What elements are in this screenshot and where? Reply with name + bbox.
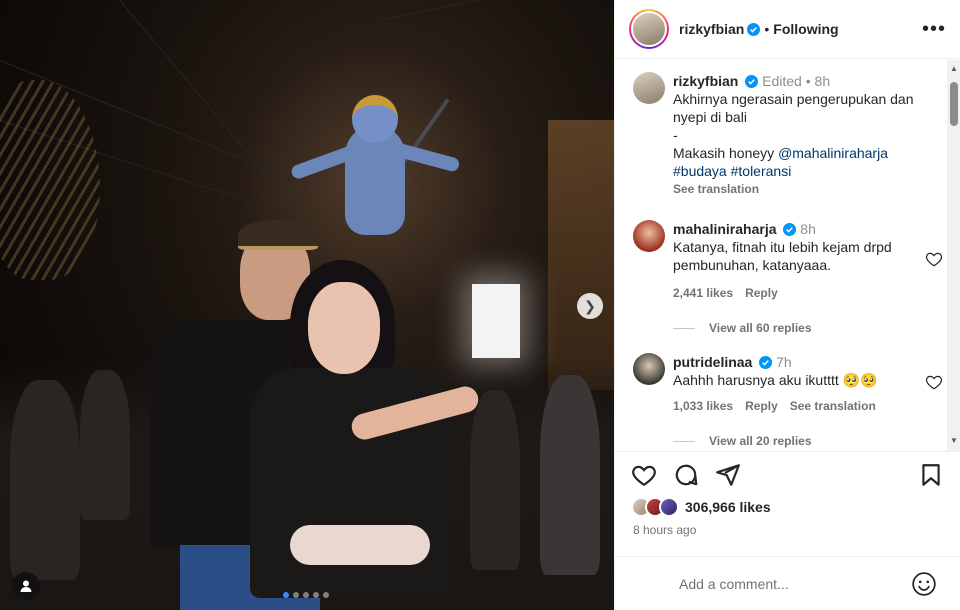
separator-dot: •: [764, 21, 770, 37]
user-icon: [20, 580, 32, 592]
caption-line: Makasih honeyy @mahaliniraharja: [673, 144, 937, 162]
likes-count[interactable]: 306,966 likes: [685, 499, 771, 515]
comment-text: Katanya, fitnah itu lebih kejam drpd pem…: [673, 239, 892, 273]
comment-actions: 1,033 likes Reply See translation: [673, 399, 876, 413]
carousel-dot: [323, 592, 329, 598]
scroll-down-icon[interactable]: ▼: [947, 434, 960, 448]
author-username[interactable]: rizkyfbian: [679, 21, 744, 37]
comment-button[interactable]: [673, 462, 699, 488]
view-replies-label: View all 20 replies: [709, 434, 812, 448]
post-header: rizkyfbian • Following •••: [615, 0, 960, 59]
separator-dot: •: [805, 73, 815, 89]
following-button[interactable]: Following: [773, 21, 838, 37]
carousel-dot: [313, 592, 319, 598]
see-translation-link[interactable]: See translation: [673, 180, 937, 198]
hashtag-link[interactable]: #toleransi: [731, 163, 792, 179]
carousel-dot: [303, 592, 309, 598]
chevron-right-icon: ❯: [584, 297, 596, 314]
reply-button[interactable]: Reply: [745, 286, 778, 300]
like-comment-icon[interactable]: [925, 373, 943, 391]
tagged-users-button[interactable]: [12, 572, 40, 600]
carousel-dot: [283, 592, 289, 598]
comment-input[interactable]: [679, 575, 899, 592]
scrollbar-thumb[interactable]: [950, 82, 958, 126]
comments-scrollbar[interactable]: ▲ ▼: [947, 60, 960, 451]
caption-username[interactable]: rizkyfbian: [673, 73, 738, 89]
emoji-icon[interactable]: [911, 571, 937, 597]
edited-label: Edited: [762, 73, 802, 89]
palm-leaves: [0, 80, 100, 280]
power-line: [379, 0, 606, 21]
comment: putridelinaa 7h Aahhh harusnya aku ikutt…: [633, 353, 943, 451]
share-button[interactable]: [715, 462, 741, 488]
more-options-button[interactable]: •••: [922, 18, 946, 41]
verified-badge-icon: [759, 356, 773, 369]
avatar[interactable]: [633, 72, 665, 104]
comments-list[interactable]: rizkyfbian Edited • 8h Akhirnya ngerasai…: [615, 60, 960, 452]
like-comment-icon[interactable]: [925, 250, 943, 268]
post-sidebar: rizkyfbian • Following ••• rizkyfbian Ed…: [614, 0, 960, 610]
caption-text: Makasih honeyy: [673, 145, 779, 161]
view-replies-button[interactable]: View all 20 replies: [673, 434, 812, 448]
caption: rizkyfbian Edited • 8h Akhirnya ngerasai…: [633, 72, 937, 202]
comment-text: Aahhh harusnya aku ikutttt 🥺🥺: [673, 372, 878, 388]
see-translation-link[interactable]: See translation: [790, 399, 876, 413]
divider: [673, 440, 695, 442]
liker-avatar: [659, 497, 679, 517]
verified-badge-icon: [747, 22, 761, 36]
caption-line: Akhirnya ngerasain pengerupukan dan nyep…: [673, 91, 914, 125]
mention-link[interactable]: @mahaliniraharja: [778, 145, 888, 161]
save-button[interactable]: [918, 462, 944, 488]
more-horizontal-icon: •••: [921, 17, 946, 40]
comment-likes[interactable]: 2,441 likes: [673, 286, 733, 300]
woman-figure: [250, 260, 482, 610]
comment-username[interactable]: mahaliniraharja: [673, 221, 777, 237]
comment: mahaliniraharja 8h Katanya, fitnah itu l…: [633, 220, 943, 340]
comment-time[interactable]: 8h: [800, 221, 816, 237]
author-avatar[interactable]: [629, 9, 669, 49]
post-actions: [631, 462, 944, 492]
avatar[interactable]: [633, 220, 665, 252]
caption-time[interactable]: 8h: [815, 73, 831, 89]
comment-likes[interactable]: 1,033 likes: [673, 399, 733, 413]
carousel-next-button[interactable]: ❯: [577, 293, 603, 319]
comment-actions: 2,441 likes Reply: [673, 286, 778, 300]
verified-badge-icon: [745, 75, 759, 88]
like-button[interactable]: [631, 462, 657, 488]
building-facade: [548, 120, 614, 390]
caption-hashtags: #budaya #toleransi: [673, 162, 937, 180]
comment-composer: [615, 556, 960, 610]
carousel-dot: [293, 592, 299, 598]
comment-time[interactable]: 7h: [776, 354, 792, 370]
view-replies-button[interactable]: View all 60 replies: [673, 321, 812, 335]
caption-line: -: [673, 127, 678, 143]
likes-summary[interactable]: 306,966 likes: [631, 497, 771, 517]
verified-badge-icon: [783, 223, 797, 236]
carousel-indicator: [283, 592, 329, 598]
post-timestamp[interactable]: 8 hours ago: [633, 523, 696, 537]
bright-light-panel: [472, 284, 520, 358]
hashtag-link[interactable]: #budaya: [673, 163, 727, 179]
comment-username[interactable]: putridelinaa: [673, 354, 752, 370]
post-photo[interactable]: ❯: [0, 0, 614, 610]
view-replies-label: View all 60 replies: [709, 321, 812, 335]
scroll-up-icon[interactable]: ▲: [947, 62, 960, 76]
reply-button[interactable]: Reply: [745, 399, 778, 413]
divider: [673, 327, 695, 329]
avatar[interactable]: [633, 353, 665, 385]
